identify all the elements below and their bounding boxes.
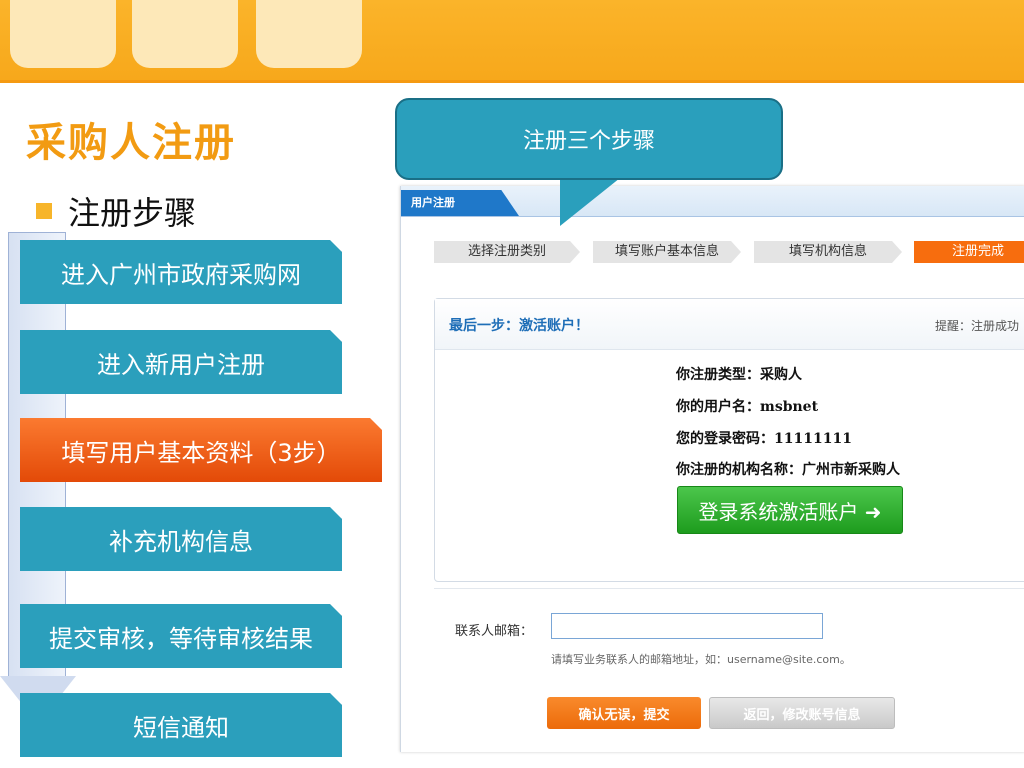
step-4: 补充机构信息 <box>20 507 342 571</box>
banner-tab <box>132 0 238 68</box>
back-edit-button[interactable]: 返回，修改账号信息 <box>709 697 895 729</box>
info-username: 你的用户名：msbnet <box>676 399 819 415</box>
panel-header: 最后一步：激活账户！ 提醒：注册成功 <box>435 299 1024 350</box>
slide-subtitle: 注册步骤 <box>68 194 197 232</box>
banner-tab <box>10 0 116 68</box>
info-org-name: 你注册的机构名称：广州市新采购人 <box>676 462 900 478</box>
progress-step-1: 选择注册类别 <box>434 241 580 263</box>
info-password: 您的登录密码：11111111 <box>676 431 852 447</box>
slide-title: 采购人注册 <box>26 120 236 166</box>
screenshot-header: 用户注册 <box>401 186 1024 217</box>
callout-tail <box>560 178 620 226</box>
step-1: 进入广州市政府采购网 <box>20 240 342 304</box>
info-type: 你注册类型：采购人 <box>676 367 802 383</box>
top-banner <box>0 0 1024 83</box>
bullet-icon <box>36 203 52 219</box>
email-field[interactable] <box>551 613 823 639</box>
confirm-submit-button[interactable]: 确认无误，提交 <box>547 697 701 729</box>
step-3-active: 填写用户基本资料（3步） <box>20 418 382 482</box>
banner-tab <box>256 0 362 68</box>
step-5: 提交审核，等待审核结果 <box>20 604 342 668</box>
callout-bubble: 注册三个步骤 <box>395 98 783 180</box>
progress-step-3: 填写机构信息 <box>754 241 902 263</box>
panel-title: 最后一步：激活账户！ <box>449 318 589 334</box>
progress-step-4: 注册完成 <box>914 241 1024 263</box>
email-hint: 请填写业务联系人的邮箱地址，如：username@site.com。 <box>551 653 851 666</box>
progress-step-2: 填写账户基本信息 <box>593 241 741 263</box>
step-6: 短信通知 <box>20 693 342 757</box>
step-2: 进入新用户注册 <box>20 330 342 394</box>
divider <box>434 588 1024 589</box>
tab-user-register[interactable]: 用户注册 <box>401 190 519 216</box>
panel-tip: 提醒：注册成功 <box>935 319 1020 333</box>
registration-screenshot: 用户注册 选择注册类别 填写账户基本信息 填写机构信息 注册完成 最后一步：激活… <box>400 186 1024 752</box>
email-label: 联系人邮箱： <box>455 624 534 639</box>
activate-account-button[interactable]: 登录系统激活账户 ➜ <box>677 486 903 534</box>
